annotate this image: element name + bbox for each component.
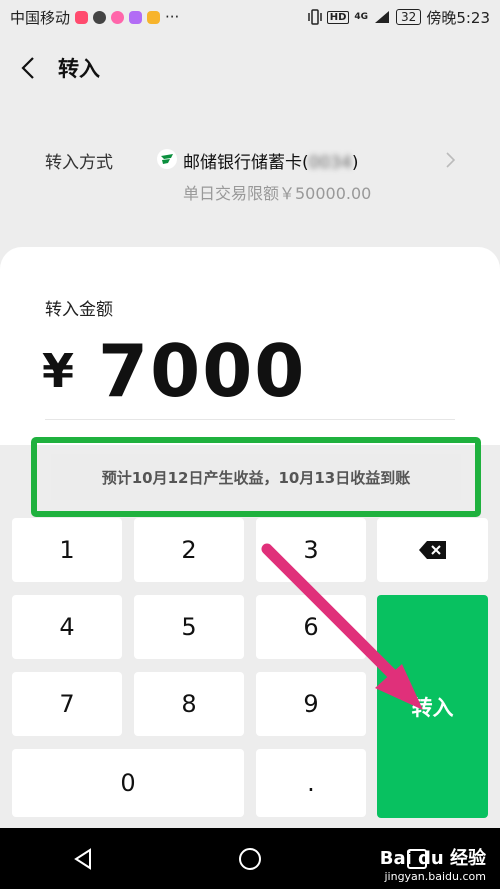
key-3[interactable]: 3 [256,518,366,582]
key-4[interactable]: 4 [12,595,122,659]
chevron-right-icon [446,149,456,173]
key-1[interactable]: 1 [12,518,122,582]
page-header: 转入 [0,40,500,96]
amount-label: 转入金额 [45,300,113,320]
home-nav-icon[interactable] [238,847,262,871]
signal-icon [375,11,390,23]
more-notifications: ··· [165,8,180,26]
amount-sheet: 转入金额 ¥ 7000 [0,247,500,445]
amount-input[interactable]: ¥ 7000 [42,329,306,413]
key-6[interactable]: 6 [256,595,366,659]
confirm-transfer-button[interactable]: 转入 [377,595,488,818]
key-5[interactable]: 5 [134,595,244,659]
back-nav-icon[interactable] [72,847,94,870]
bank-close-paren: ) [351,153,359,173]
amount-value: 7000 [98,329,307,413]
watermark-brand: Bai du 经验 [379,848,486,869]
shop-app-icon [147,10,161,24]
key-8[interactable]: 8 [134,672,244,736]
notice-highlight-box: 预计10月12日产生收益，10月13日收益到账 [31,437,481,517]
vibrate-icon [307,9,322,25]
back-button[interactable] [16,56,40,80]
status-right: HD 4G 32 傍晚5:23 [307,7,490,28]
hd-badge: HD [326,10,350,24]
battery-level: 32 [396,9,422,25]
card-suffix-blurred: 0034 [308,153,352,173]
message-icon [93,10,107,24]
key-2[interactable]: 2 [134,518,244,582]
method-label: 转入方式 [45,153,113,173]
postal-bank-logo [161,154,173,164]
app-notification-icon [75,10,89,24]
key-7[interactable]: 7 [12,672,122,736]
yield-notice: 预计10月12日产生收益，10月13日收益到账 [51,454,461,500]
backspace-icon [418,541,446,559]
status-left: 中国移动 ··· [10,7,179,28]
bank-logo-icon [157,149,177,169]
key-dot[interactable]: . [256,749,366,817]
network-type: 4G [354,12,369,22]
transfer-method-row[interactable]: 转入方式 邮储银行储蓄卡(0034) 单日交易限额￥50000.00 [45,140,465,210]
key-9[interactable]: 9 [256,672,366,736]
amount-divider [45,419,455,420]
page-title: 转入 [58,57,100,81]
video-app-icon [129,10,143,24]
clock: 傍晚5:23 [426,8,490,27]
watermark-url: jingyan.baidu.com [384,870,486,883]
baidu-watermark: Bai du 经验 jingyan.baidu.com [380,844,486,883]
daily-limit-text: 单日交易限额￥50000.00 [183,184,372,203]
chevron-left-icon [21,57,34,79]
carrier-label: 中国移动 [10,8,71,27]
status-bar: 中国移动 ··· HD 4G 32 傍晚5:23 [0,0,500,34]
delete-key[interactable] [377,518,488,582]
location-icon [111,10,125,24]
key-0[interactable]: 0 [12,749,244,817]
bank-card-name: 邮储银行储蓄卡(0034) [183,148,359,173]
currency-symbol: ¥ [42,344,75,398]
bank-name-text: 邮储银行储蓄卡( [183,153,309,173]
